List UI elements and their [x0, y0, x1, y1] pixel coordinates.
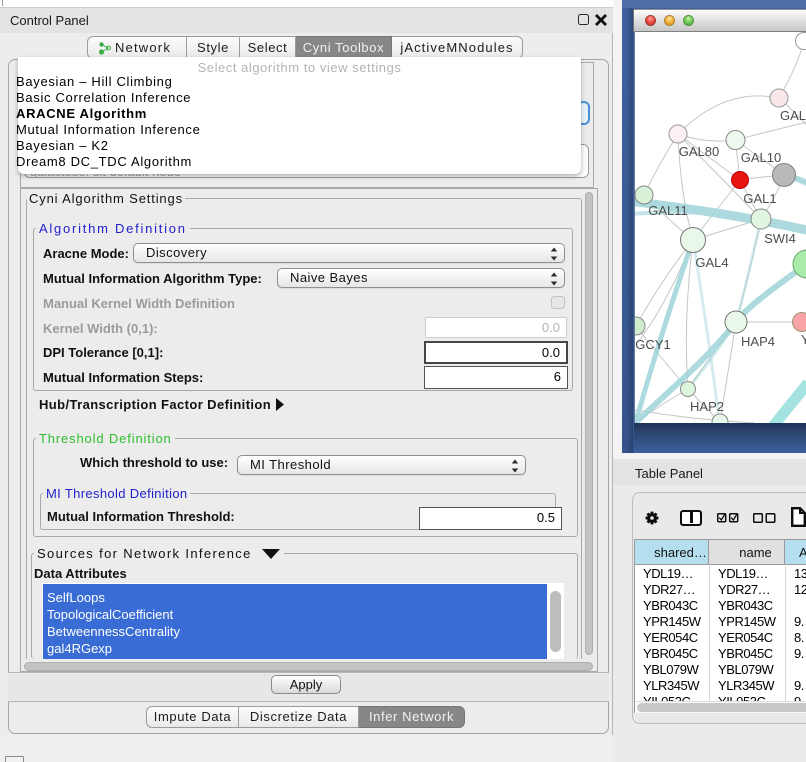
svg-text:GAL80: GAL80	[679, 144, 719, 159]
svg-text:GAL11: GAL11	[648, 203, 688, 218]
svg-text:SWI4: SWI4	[764, 231, 796, 246]
svg-text:GAL4: GAL4	[695, 255, 728, 270]
svg-text:GCY1: GCY1	[635, 337, 670, 352]
svg-text:GAL1: GAL1	[743, 191, 776, 206]
svg-text:GAL: GAL	[780, 108, 806, 123]
svg-text:GAL10: GAL10	[741, 150, 781, 165]
svg-text:Y: Y	[801, 332, 806, 347]
svg-text:HAP4: HAP4	[741, 334, 775, 349]
svg-text:HAP2: HAP2	[690, 399, 724, 414]
